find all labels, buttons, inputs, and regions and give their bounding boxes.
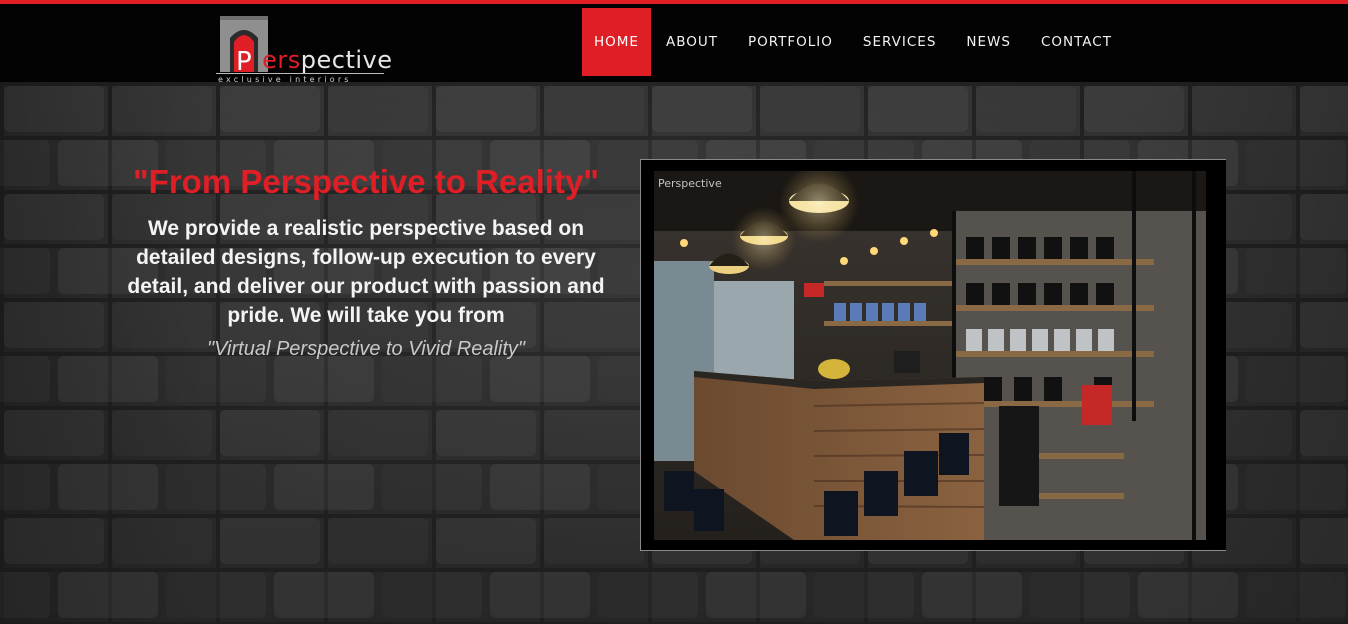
hero-quote: "Virtual Perspective to Vivid Reality": [206, 338, 526, 360]
site-header: P Perspective exclusive interiors HOME A…: [0, 4, 1348, 84]
nav-item-portfolio[interactable]: PORTFOLIO: [733, 8, 848, 76]
main-nav: HOME ABOUT PORTFOLIO SERVICES NEWS CONTA…: [582, 8, 1127, 76]
store-interior-illustration: [654, 171, 1206, 540]
store-interior-photo: Perspective: [654, 171, 1206, 540]
nav-item-about[interactable]: ABOUT: [651, 8, 733, 76]
hero-title: "From Perspective to Reality": [133, 163, 599, 200]
page: P Perspective exclusive interiors HOME A…: [0, 0, 1348, 624]
logo-rest-letters: pective: [300, 46, 393, 74]
hero-photo-frame: Perspective: [640, 159, 1226, 551]
nav-item-home[interactable]: HOME: [582, 8, 651, 76]
hero-text-block: "From Perspective to Reality" We provide…: [110, 160, 622, 361]
logo-wordmark: Perspective: [248, 46, 393, 74]
nav-item-services[interactable]: SERVICES: [848, 8, 951, 76]
logo-red-letters: ers: [262, 46, 301, 74]
brand-logo[interactable]: P Perspective exclusive interiors: [214, 14, 392, 84]
nav-item-news[interactable]: NEWS: [951, 8, 1026, 76]
logo-divider: [216, 73, 384, 74]
hero-description: We provide a realistic perspective based…: [127, 217, 605, 327]
photo-watermark: Perspective: [658, 177, 722, 190]
hero-section: "From Perspective to Reality" We provide…: [0, 82, 1348, 624]
nav-item-contact[interactable]: CONTACT: [1026, 8, 1127, 76]
